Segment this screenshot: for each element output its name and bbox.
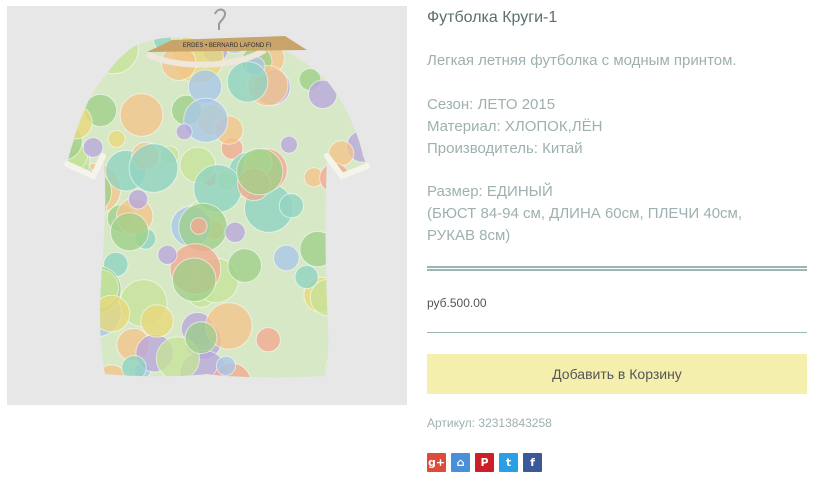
print-circle <box>236 148 284 196</box>
print-circle <box>278 193 304 219</box>
product-specs: Сезон: ЛЕТО 2015 Материал: ХЛОПОК,ЛЁН Пр… <box>427 94 602 160</box>
print-circle <box>107 129 126 148</box>
spec-material: Материал: ХЛОПОК,ЛЁН <box>427 118 603 135</box>
print-circle <box>110 212 149 252</box>
print-circle <box>175 123 193 141</box>
pinterest-icon[interactable]: P <box>475 453 494 472</box>
print-circle <box>294 264 319 290</box>
google-plus-icon[interactable]: g+ <box>427 453 446 472</box>
hanger-label: ERDES • BERNARD LAFOND FI <box>183 43 272 49</box>
print-circle <box>127 189 149 210</box>
size-line: (БЮСТ 84-94 см, ДЛИНА 60см, ПЛЕЧИ 40см, <box>427 205 743 222</box>
share-buttons: g+ ⌂ Pt f <box>427 453 542 472</box>
print-circle <box>82 137 104 158</box>
twitter-icon[interactable]: t <box>499 453 518 472</box>
print-circle <box>226 61 269 103</box>
product-price: руб.500.00 <box>427 296 487 310</box>
print-circle <box>119 93 164 137</box>
print-circle <box>184 321 218 355</box>
print-circle <box>224 221 246 244</box>
print-circle <box>215 355 237 376</box>
facebook-icon[interactable]: f <box>523 453 542 472</box>
product-image[interactable]: ERDES • BERNARD LAFOND FI <box>7 6 407 405</box>
print-circle <box>227 248 262 283</box>
product-title: Футболка Круги-1 <box>427 9 558 26</box>
product-description: Легкая летняя футболка с модным принтом. <box>427 52 737 69</box>
print-circle <box>255 327 281 353</box>
size-line: Размер: ЕДИНЫЙ <box>427 183 553 200</box>
print-circle <box>273 244 300 272</box>
divider <box>427 266 807 271</box>
print-circle <box>280 135 298 154</box>
odnoklassniki-icon[interactable]: ⌂ <box>451 453 470 472</box>
spec-manufacturer: Производитель: Китай <box>427 140 583 157</box>
divider <box>427 332 807 333</box>
product-size: Размер: ЕДИНЫЙ (БЮСТ 84-94 см, ДЛИНА 60с… <box>427 181 742 247</box>
size-line: РУКАВ 8см) <box>427 227 511 244</box>
print-circle <box>128 143 179 193</box>
print-circle <box>190 217 208 235</box>
print-circle <box>171 257 217 303</box>
print-circle <box>157 244 178 265</box>
print-circle <box>140 304 174 338</box>
spec-season: Сезон: ЛЕТО 2015 <box>427 96 556 113</box>
product-sku: Артикул: 32313843258 <box>427 416 552 430</box>
add-to-cart-button[interactable]: Добавить в Корзину <box>427 354 807 394</box>
